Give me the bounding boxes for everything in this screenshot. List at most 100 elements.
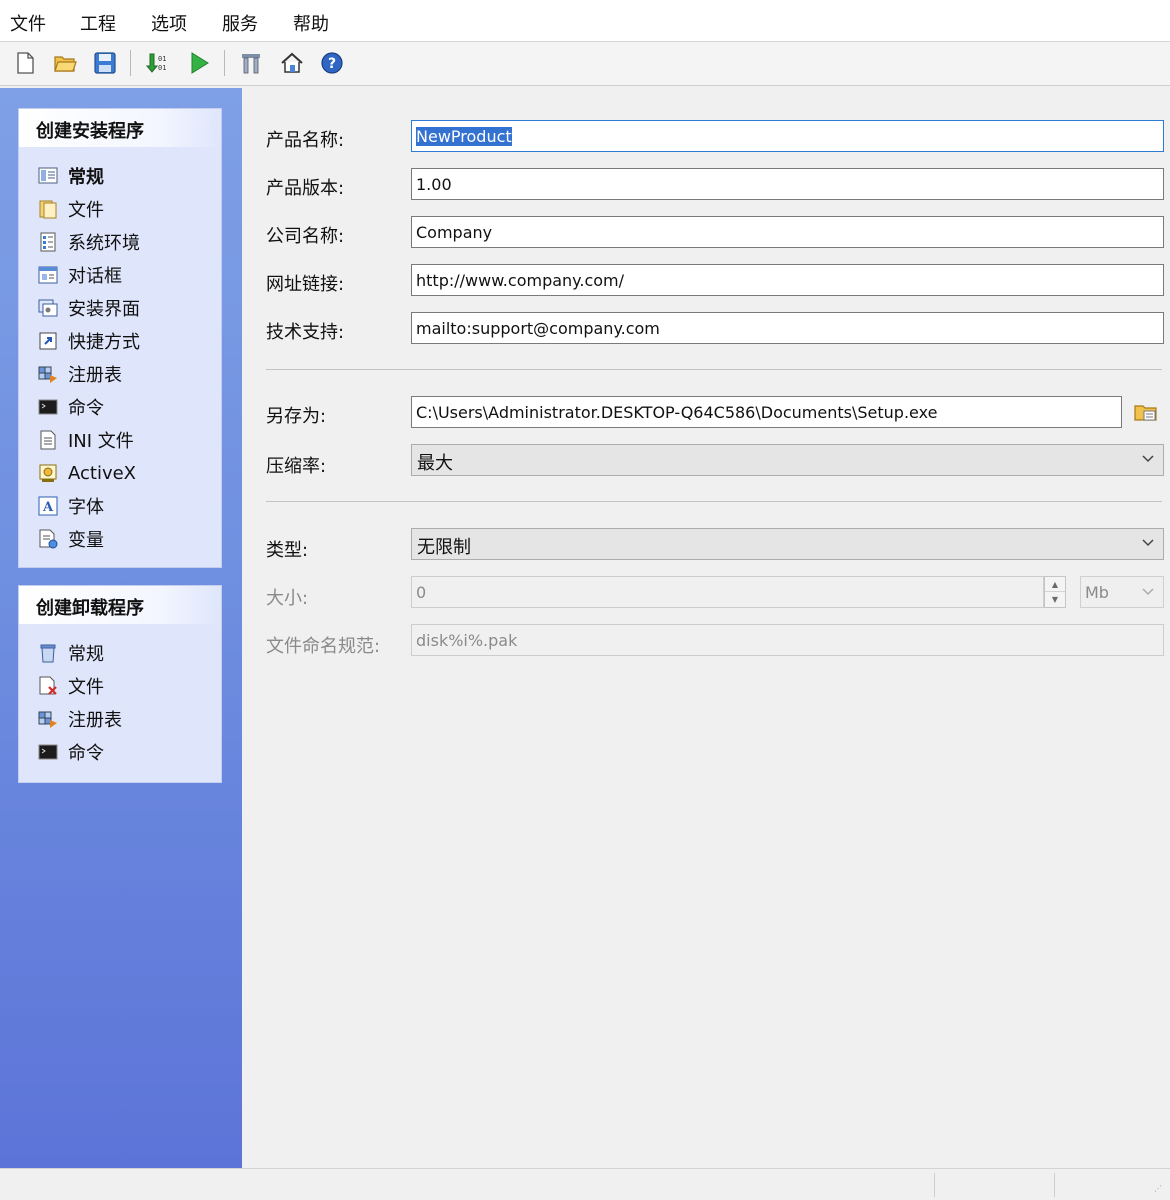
new-file-icon[interactable]: [10, 48, 40, 78]
home-icon[interactable]: [277, 48, 307, 78]
url-label: 网址链接:: [266, 274, 345, 295]
sidebar-item-label: 字体: [68, 497, 104, 518]
sidebar-item-label: 安装界面: [68, 299, 140, 320]
sidebar: 创建安装程序 常规 文件 系统环境 对话框 安装界面 快捷方式 注册表 命令 I…: [0, 88, 242, 1168]
sidebar-item-shortcut[interactable]: 快捷方式: [37, 328, 140, 354]
status-separator: [934, 1173, 935, 1197]
activex-icon: [37, 462, 59, 484]
save-as-label: 另存为:: [266, 406, 327, 427]
menu-file[interactable]: 文件: [10, 10, 46, 36]
font-icon: A: [37, 495, 59, 517]
menu-options[interactable]: 选项: [151, 10, 187, 36]
svg-text:01: 01: [158, 55, 166, 63]
general-settings-form: 产品名称: NewProduct 产品版本: 1.00 公司名称: Compan…: [242, 88, 1170, 1168]
help-icon[interactable]: ?: [317, 48, 347, 78]
toolbar-separator: [224, 50, 225, 76]
sidebar-item-label: ActiveX: [68, 462, 137, 484]
type-select[interactable]: 无限制: [411, 528, 1164, 560]
install-interface-icon: [37, 297, 59, 319]
menu-services[interactable]: 服务: [222, 10, 258, 36]
sidebar-item-ini-file[interactable]: INI 文件: [37, 427, 134, 453]
size-label: 大小:: [266, 588, 309, 609]
support-input[interactable]: mailto:support@company.com: [411, 312, 1164, 344]
toolbar: 01 01 ?: [0, 42, 1170, 86]
uninstall-panel-title: 创建卸载程序: [19, 586, 221, 624]
sidebar-item-label: 常规: [68, 644, 104, 665]
toolbar-separator: [130, 50, 131, 76]
menu-project[interactable]: 工程: [80, 10, 116, 36]
sidebar-item-label: 命令: [68, 743, 104, 764]
resize-grip-icon[interactable]: ⋰: [1154, 1184, 1164, 1194]
sidebar-item-command[interactable]: 命令: [37, 394, 104, 420]
stepper-up-icon[interactable]: ▲: [1045, 577, 1065, 592]
general-icon: [37, 165, 59, 187]
sidebar-item-label: 文件: [68, 200, 104, 221]
sidebar-item-uninstall-general[interactable]: 常规: [37, 640, 104, 666]
build-icon[interactable]: 01 01: [142, 48, 172, 78]
ini-file-icon: [37, 429, 59, 451]
svg-text:01: 01: [158, 64, 166, 72]
sidebar-item-uninstall-command[interactable]: 命令: [37, 739, 104, 765]
install-panel-title: 创建安装程序: [19, 109, 221, 147]
url-input[interactable]: http://www.company.com/: [411, 264, 1164, 296]
product-name-label: 产品名称:: [266, 130, 345, 151]
size-unit-select[interactable]: Mb: [1080, 576, 1164, 608]
sidebar-item-label: 变量: [68, 530, 104, 551]
compression-select[interactable]: 最大: [411, 444, 1164, 476]
status-bar: ⋰: [0, 1168, 1170, 1200]
system-environment-icon: [37, 231, 59, 253]
sidebar-item-label: 注册表: [68, 365, 122, 386]
svg-text:A: A: [42, 500, 54, 515]
shortcut-icon: [37, 330, 59, 352]
sidebar-item-dialog[interactable]: 对话框: [37, 262, 122, 288]
chevron-down-icon: [1142, 539, 1154, 547]
sidebar-item-install-interface[interactable]: 安装界面: [37, 295, 140, 321]
sidebar-item-label: 注册表: [68, 710, 122, 731]
sidebar-item-label: INI 文件: [68, 431, 134, 452]
divider: [266, 501, 1162, 502]
company-name-input[interactable]: Company: [411, 216, 1164, 248]
file-naming-label: 文件命名规范:: [266, 636, 381, 657]
sidebar-item-files[interactable]: 文件: [37, 196, 104, 222]
product-version-input[interactable]: 1.00: [411, 168, 1164, 200]
registry-icon: [37, 363, 59, 385]
size-stepper[interactable]: ▲ ▼: [1044, 576, 1066, 608]
save-as-input[interactable]: C:\Users\Administrator.DESKTOP-Q64C586\D…: [411, 396, 1122, 428]
file-naming-input[interactable]: disk%i%.pak: [411, 624, 1164, 656]
sidebar-item-general[interactable]: 常规: [37, 163, 104, 189]
uninstall-panel: 创建卸载程序 常规 文件 注册表 命令: [18, 585, 222, 783]
files-icon: [37, 198, 59, 220]
size-input[interactable]: 0: [411, 576, 1044, 608]
uninstall-general-icon: [37, 642, 59, 664]
sidebar-item-registry[interactable]: 注册表: [37, 361, 122, 387]
command-icon: [37, 396, 59, 418]
menu-bar: 文件 工程 选项 服务 帮助: [0, 0, 1170, 42]
sidebar-item-label: 文件: [68, 677, 104, 698]
sidebar-item-activex[interactable]: ActiveX: [37, 460, 136, 486]
type-label: 类型:: [266, 540, 309, 561]
dialog-icon: [37, 264, 59, 286]
stepper-down-icon[interactable]: ▼: [1045, 592, 1065, 607]
chevron-down-icon: [1142, 588, 1154, 596]
browse-folder-icon[interactable]: [1132, 398, 1160, 426]
install-panel: 创建安装程序 常规 文件 系统环境 对话框 安装界面 快捷方式 注册表 命令 I…: [18, 108, 222, 568]
divider: [266, 369, 1162, 370]
open-folder-icon[interactable]: [50, 48, 80, 78]
sidebar-item-uninstall-files[interactable]: 文件: [37, 673, 104, 699]
sidebar-item-label: 系统环境: [68, 233, 140, 254]
menu-help[interactable]: 帮助: [293, 10, 329, 36]
uninstall-registry-icon: [37, 708, 59, 730]
tools-icon[interactable]: [236, 48, 266, 78]
status-separator: [1054, 1173, 1055, 1197]
sidebar-item-label: 对话框: [68, 266, 122, 287]
sidebar-item-label: 命令: [68, 398, 104, 419]
uninstall-files-icon: [37, 675, 59, 697]
run-icon[interactable]: [184, 48, 214, 78]
variables-icon: [37, 528, 59, 550]
sidebar-item-variables[interactable]: 变量: [37, 526, 104, 552]
save-icon[interactable]: [90, 48, 120, 78]
sidebar-item-system-environment[interactable]: 系统环境: [37, 229, 140, 255]
product-name-input[interactable]: NewProduct: [411, 120, 1164, 152]
sidebar-item-uninstall-registry[interactable]: 注册表: [37, 706, 122, 732]
sidebar-item-font[interactable]: A 字体: [37, 493, 104, 519]
